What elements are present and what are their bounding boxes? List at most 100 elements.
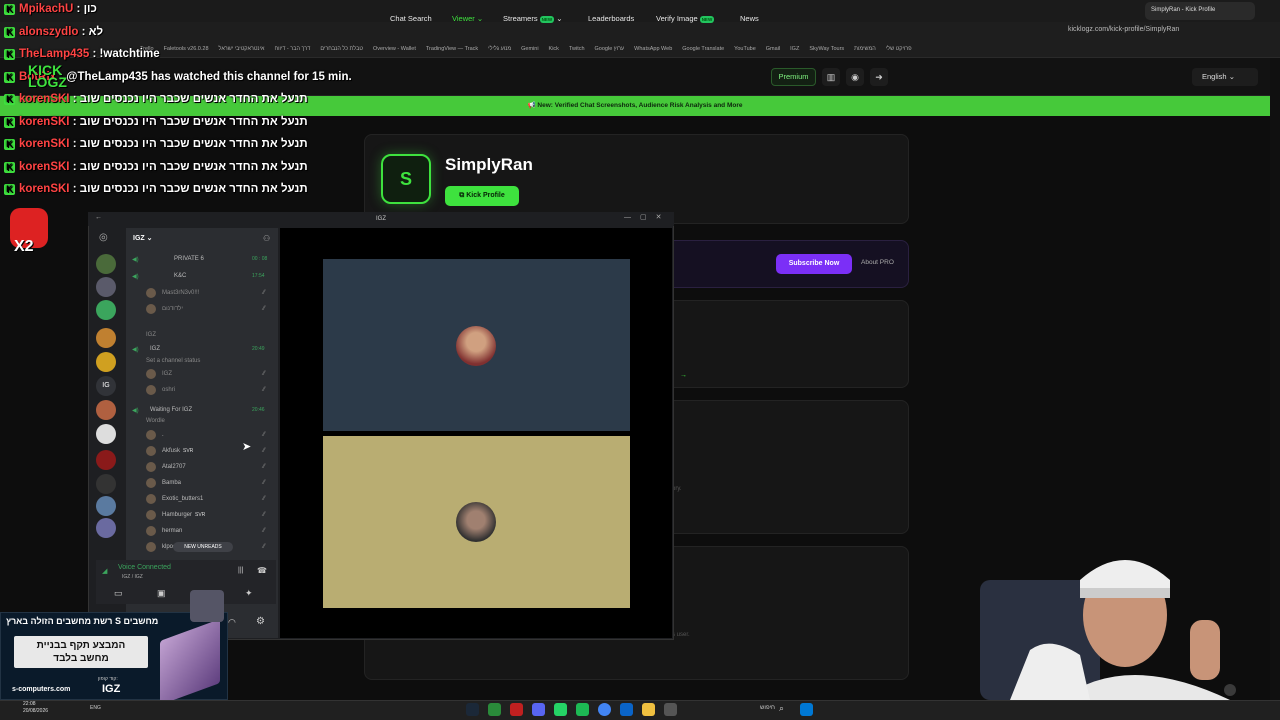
server-icon[interactable] xyxy=(96,254,116,274)
nav-viewer-label: Viewer xyxy=(452,14,475,23)
language-select[interactable]: English ⌄ xyxy=(1192,68,1258,86)
nav-verify-image[interactable]: Verify Image NEW xyxy=(656,14,715,23)
bookmark-item[interactable]: WhatsApp Web xyxy=(634,46,672,52)
bookmark-item[interactable]: Overview - Wallet xyxy=(373,46,416,52)
channel-item[interactable]: Waiting For IGZ xyxy=(150,407,192,413)
channel-item[interactable]: herman xyxy=(162,528,182,534)
bookmark-item[interactable]: המשימות xyxy=(854,46,876,52)
ad-headline: רשת מחשבים הזולה בארץ S מחשבים xyxy=(6,616,159,626)
channel-item[interactable]: K&C xyxy=(174,273,186,279)
new-unreads-pill[interactable]: NEW UNREADS xyxy=(173,542,233,552)
channel-item[interactable]: ילדודנום xyxy=(162,306,183,312)
channel-item[interactable]: Hamburger SVR xyxy=(162,512,205,518)
add-user-icon[interactable]: ⚇ xyxy=(263,234,270,243)
bookmark-item[interactable]: SkyWay Tours xyxy=(809,46,844,52)
bookmark-item[interactable]: Faletools v26.0.28 xyxy=(164,46,209,52)
app-icon[interactable] xyxy=(620,703,633,716)
nav-streamers[interactable]: Streamers NEW ⌄ xyxy=(503,14,562,23)
nav-news[interactable]: News xyxy=(740,14,759,23)
folder-icon[interactable] xyxy=(642,703,655,716)
camera-off-icon[interactable]: ▭ xyxy=(114,588,123,599)
chat-separator: : xyxy=(73,3,84,15)
bookmark-item[interactable]: TradingView — Track xyxy=(426,46,478,52)
about-pro-link[interactable]: About PRO xyxy=(861,259,894,266)
subscribe-button[interactable]: Subscribe Now xyxy=(776,254,852,274)
screen-share-icon[interactable]: ▣ xyxy=(157,588,166,599)
taskbar-search[interactable]: חיפוש xyxy=(760,705,775,711)
stats-icon[interactable]: ▥ xyxy=(822,68,840,86)
gear-icon[interactable]: ⚙ xyxy=(256,616,265,627)
channel-item[interactable]: PRIVATE 6 xyxy=(174,256,204,262)
server-icon[interactable] xyxy=(96,400,116,420)
keyboard-language[interactable]: ENG xyxy=(90,705,101,711)
taskbar-clock[interactable]: 22:08 20/08/2026 xyxy=(23,701,48,715)
app-icon[interactable] xyxy=(664,703,677,716)
nav-chat-search[interactable]: Chat Search xyxy=(390,14,432,23)
bookmark-item[interactable]: YouTube xyxy=(734,46,756,52)
channel-item[interactable]: oshri xyxy=(162,387,175,393)
voice-channel-path[interactable]: IGZ / IGZ xyxy=(122,574,143,580)
headset-icon[interactable]: ◠ xyxy=(228,617,236,628)
url-text[interactable]: kicklogz.com/kick-profile/SimplyRan xyxy=(1068,26,1179,33)
bookmark-item[interactable]: אינטראקטיבי ישראל xyxy=(219,46,265,52)
server-icon[interactable] xyxy=(96,518,116,538)
chrome-icon[interactable] xyxy=(598,703,611,716)
discord-icon[interactable]: ◉ xyxy=(846,68,864,86)
whatsapp-icon[interactable] xyxy=(554,703,567,716)
server-icon[interactable] xyxy=(96,300,116,320)
bookmark-item[interactable]: Google Translate xyxy=(682,46,724,52)
premium-button[interactable]: Premium xyxy=(771,68,816,86)
discord-taskbar-icon[interactable] xyxy=(532,703,545,716)
channel-item[interactable]: Bamba xyxy=(162,480,181,486)
steam-icon[interactable] xyxy=(466,703,479,716)
disconnect-icon[interactable]: ☎ xyxy=(257,566,267,575)
bookmark-item[interactable]: Twitch xyxy=(569,46,585,52)
channel-item[interactable]: . xyxy=(162,432,164,438)
windows-start-icon[interactable] xyxy=(800,703,813,716)
server-icon[interactable] xyxy=(96,328,116,348)
login-icon[interactable]: ➜ xyxy=(870,68,888,86)
spotify-icon[interactable] xyxy=(576,703,589,716)
bookmark-item[interactable]: Google ערוץ xyxy=(595,46,625,52)
ad-offer-line1: המבצע תקף בבניית xyxy=(36,640,126,651)
server-icon[interactable] xyxy=(96,352,116,372)
server-name[interactable]: IGZ ⌄ xyxy=(133,234,152,242)
server-icon[interactable] xyxy=(96,474,116,494)
bookmark-item[interactable]: Kick xyxy=(549,46,559,52)
server-icon[interactable] xyxy=(96,277,116,297)
nav-viewer[interactable]: Viewer ⌄ xyxy=(452,14,483,23)
channel-item[interactable]: IGZ xyxy=(146,332,156,338)
discord-home-icon[interactable]: ◎ xyxy=(99,232,108,243)
kicklogz-logo[interactable]: KICK LOGZ xyxy=(28,63,67,89)
server-icon[interactable] xyxy=(96,496,116,516)
search-icon[interactable]: ⌕ xyxy=(779,703,784,714)
channel-item[interactable]: Akfusk SVR xyxy=(162,448,193,454)
server-icon[interactable] xyxy=(96,450,116,470)
channel-item[interactable]: Wordle xyxy=(146,418,165,424)
window-controls[interactable]: —▢✕ xyxy=(624,213,670,221)
channel-item[interactable]: Set a channel status xyxy=(146,358,200,364)
bookmark-item[interactable]: פרויקט שלי xyxy=(886,46,912,52)
arrow-right-icon[interactable]: → xyxy=(680,372,687,379)
bookmark-item[interactable]: דרך הבר - דיווח xyxy=(274,46,310,52)
bookmark-item[interactable]: Gmail xyxy=(766,46,780,52)
activity-icon[interactable]: ✦ xyxy=(245,588,253,599)
channel-item[interactable]: Exotic_butters1 xyxy=(162,496,203,502)
bookmark-item[interactable]: מנוע גלילי xyxy=(488,46,511,52)
browser-tab[interactable]: SimplyRan - Kick Profile xyxy=(1145,2,1255,20)
bookmark-item[interactable]: Gemini xyxy=(521,46,538,52)
back-icon[interactable]: ← xyxy=(95,214,102,221)
channel-item[interactable]: Atal2707 xyxy=(162,464,186,470)
channel-item[interactable]: IGZ xyxy=(162,371,172,377)
kick-profile-button[interactable]: ⧉ Kick Profile xyxy=(445,186,519,206)
bookmark-item[interactable]: טבלת כל הנבחרים xyxy=(320,46,363,52)
noise-suppression-icon[interactable]: ||| xyxy=(238,567,243,574)
server-icon[interactable] xyxy=(96,424,116,444)
bookmark-item[interactable]: IGZ xyxy=(790,46,799,52)
app-icon[interactable] xyxy=(510,703,523,716)
app-icon[interactable] xyxy=(488,703,501,716)
channel-item[interactable]: Mast3rN3v0!!! xyxy=(162,290,199,296)
server-icon-igz[interactable]: IG xyxy=(96,376,116,396)
nav-leaderboards[interactable]: Leaderboards xyxy=(588,14,634,23)
channel-item[interactable]: IGZ xyxy=(150,346,160,352)
